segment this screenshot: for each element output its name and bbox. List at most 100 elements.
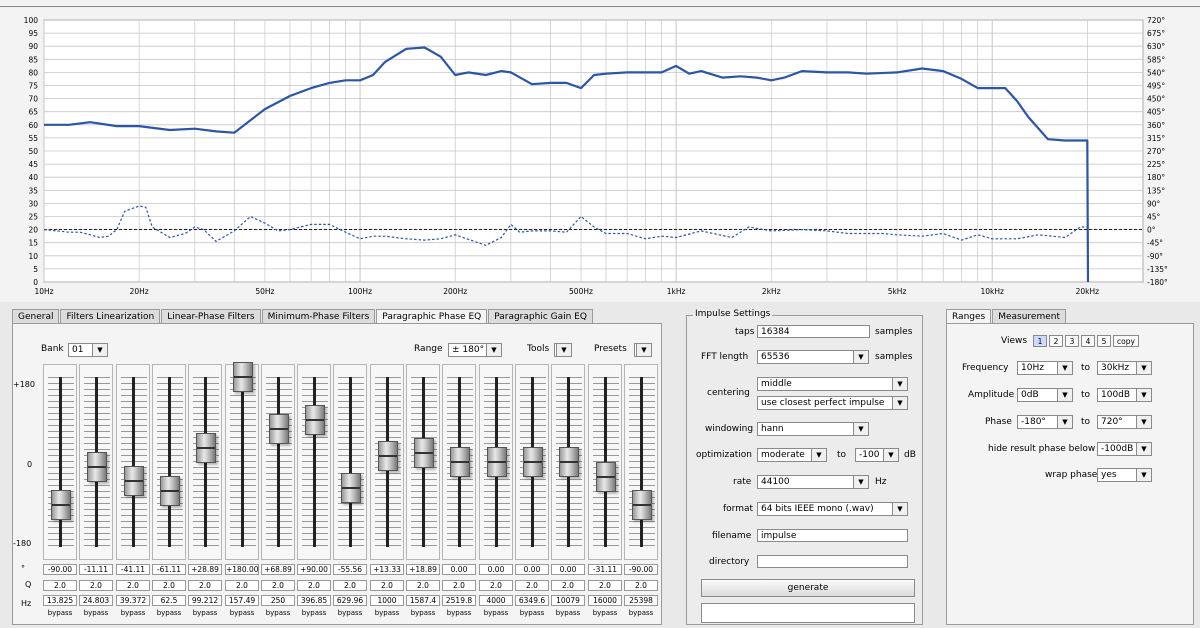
tab-paragraphic-gain-eq[interactable]: Paragraphic Gain EQ: [488, 309, 593, 324]
hide-phase-select[interactable]: -100dB ▼: [1097, 442, 1152, 456]
tab-measurement[interactable]: Measurement: [992, 309, 1067, 324]
band-hz-field[interactable]: 16000: [588, 595, 622, 606]
band-q-field[interactable]: 2.0: [588, 580, 622, 591]
tab-minimum-phase-filters[interactable]: Minimum-Phase Filters: [261, 309, 376, 324]
band-degree-field[interactable]: -55.56: [333, 564, 367, 575]
slider-knob[interactable]: [559, 447, 579, 477]
band-bypass-toggle[interactable]: bypass: [297, 609, 331, 617]
band-hz-field[interactable]: 396.85: [297, 595, 331, 606]
optimization-select[interactable]: moderate ▼: [757, 448, 827, 462]
slider-knob[interactable]: [632, 490, 652, 520]
eq-band-slider[interactable]: [79, 364, 113, 560]
band-hz-field[interactable]: 13.825: [43, 595, 77, 606]
range-select[interactable]: ± 180° ▼: [448, 343, 502, 357]
eq-band-slider[interactable]: [333, 364, 367, 560]
band-degree-field[interactable]: +18.89: [406, 564, 440, 575]
tab-filters-linearization[interactable]: Filters Linearization: [60, 309, 161, 324]
slider-knob[interactable]: [450, 447, 470, 477]
tab-linear-phase-filters[interactable]: Linear-Phase Filters: [161, 309, 261, 324]
filename-input[interactable]: impulse: [757, 529, 908, 542]
slider-knob[interactable]: [196, 433, 216, 463]
band-bypass-toggle[interactable]: bypass: [515, 609, 549, 617]
band-hz-field[interactable]: 250: [261, 595, 295, 606]
band-hz-field[interactable]: 99.212: [188, 595, 222, 606]
fft-length-select[interactable]: 65536 ▼: [757, 350, 869, 364]
band-bypass-toggle[interactable]: bypass: [79, 609, 113, 617]
directory-input[interactable]: [757, 555, 908, 568]
band-bypass-toggle[interactable]: bypass: [624, 609, 658, 617]
eq-band-slider[interactable]: [515, 364, 549, 560]
band-bypass-toggle[interactable]: bypass: [261, 609, 295, 617]
band-q-field[interactable]: 2.0: [406, 580, 440, 591]
band-q-field[interactable]: 2.0: [479, 580, 513, 591]
phase-from-select[interactable]: -180° ▼: [1017, 415, 1073, 429]
eq-band-slider[interactable]: [406, 364, 440, 560]
band-q-field[interactable]: 2.0: [333, 580, 367, 591]
optimization-db-select[interactable]: -100 ▼: [855, 448, 899, 462]
wrap-phase-select[interactable]: yes ▼: [1097, 468, 1152, 482]
band-bypass-toggle[interactable]: bypass: [588, 609, 622, 617]
tab-paragraphic-phase-eq[interactable]: Paragraphic Phase EQ: [376, 309, 488, 324]
band-bypass-toggle[interactable]: bypass: [43, 609, 77, 617]
band-degree-field[interactable]: +68.89: [261, 564, 295, 575]
slider-knob[interactable]: [51, 490, 71, 520]
band-bypass-toggle[interactable]: bypass: [370, 609, 404, 617]
band-hz-field[interactable]: 4000: [479, 595, 513, 606]
band-hz-field[interactable]: 25398: [624, 595, 658, 606]
slider-knob[interactable]: [87, 452, 107, 482]
eq-band-slider[interactable]: [479, 364, 513, 560]
frequency-to-select[interactable]: 30kHz ▼: [1097, 361, 1152, 375]
slider-knob[interactable]: [124, 466, 144, 496]
band-degree-field[interactable]: +28.89: [188, 564, 222, 575]
windowing-select[interactable]: hann ▼: [757, 422, 869, 436]
band-degree-field[interactable]: -61.11: [152, 564, 186, 575]
copy-view-button[interactable]: copy: [1113, 335, 1139, 347]
band-bypass-toggle[interactable]: bypass: [152, 609, 186, 617]
band-hz-field[interactable]: 10079: [551, 595, 585, 606]
band-bypass-toggle[interactable]: bypass: [188, 609, 222, 617]
eq-band-slider[interactable]: [370, 364, 404, 560]
rate-select[interactable]: 44100 ▼: [757, 475, 869, 489]
band-degree-field[interactable]: -11.11: [79, 564, 113, 575]
band-q-field[interactable]: 2.0: [370, 580, 404, 591]
slider-knob[interactable]: [160, 476, 180, 506]
taps-input[interactable]: 16384: [757, 325, 870, 338]
band-hz-field[interactable]: 1587.4: [406, 595, 440, 606]
band-q-field[interactable]: 2.0: [79, 580, 113, 591]
band-hz-field[interactable]: 39.372: [116, 595, 150, 606]
slider-knob[interactable]: [523, 447, 543, 477]
band-hz-field[interactable]: 6349.6: [515, 595, 549, 606]
band-hz-field[interactable]: 62.5: [152, 595, 186, 606]
eq-band-slider[interactable]: [152, 364, 186, 560]
slider-knob[interactable]: [596, 462, 616, 492]
eq-band-slider[interactable]: [624, 364, 658, 560]
amplitude-to-select[interactable]: 100dB ▼: [1097, 388, 1152, 402]
band-bypass-toggle[interactable]: bypass: [333, 609, 367, 617]
centering-mode-select[interactable]: use closest perfect impulse ▼: [757, 396, 908, 410]
slider-knob[interactable]: [233, 362, 253, 392]
view-1-button[interactable]: 1: [1033, 335, 1047, 347]
band-degree-field[interactable]: 0.00: [551, 564, 585, 575]
generate-button[interactable]: generate: [701, 579, 915, 597]
view-3-button[interactable]: 3: [1065, 335, 1079, 347]
band-q-field[interactable]: 2.0: [188, 580, 222, 591]
view-4-button[interactable]: 4: [1081, 335, 1095, 347]
view-2-button[interactable]: 2: [1049, 335, 1063, 347]
band-degree-field[interactable]: +13.33: [370, 564, 404, 575]
band-degree-field[interactable]: -41.11: [116, 564, 150, 575]
amplitude-from-select[interactable]: 0dB ▼: [1017, 388, 1073, 402]
band-degree-field[interactable]: -31.11: [588, 564, 622, 575]
band-degree-field[interactable]: -90.00: [624, 564, 658, 575]
slider-knob[interactable]: [305, 405, 325, 435]
view-5-button[interactable]: 5: [1097, 335, 1111, 347]
band-q-field[interactable]: 2.0: [442, 580, 476, 591]
eq-band-slider[interactable]: [188, 364, 222, 560]
band-q-field[interactable]: 2.0: [225, 580, 259, 591]
band-degree-field[interactable]: -90.00: [43, 564, 77, 575]
eq-band-slider[interactable]: [225, 362, 259, 560]
centering-select[interactable]: middle ▼: [757, 377, 908, 391]
eq-band-slider[interactable]: [116, 364, 150, 560]
eq-band-slider[interactable]: [551, 364, 585, 560]
format-select[interactable]: 64 bits IEEE mono (.wav) ▼: [757, 502, 908, 516]
slider-knob[interactable]: [487, 447, 507, 477]
